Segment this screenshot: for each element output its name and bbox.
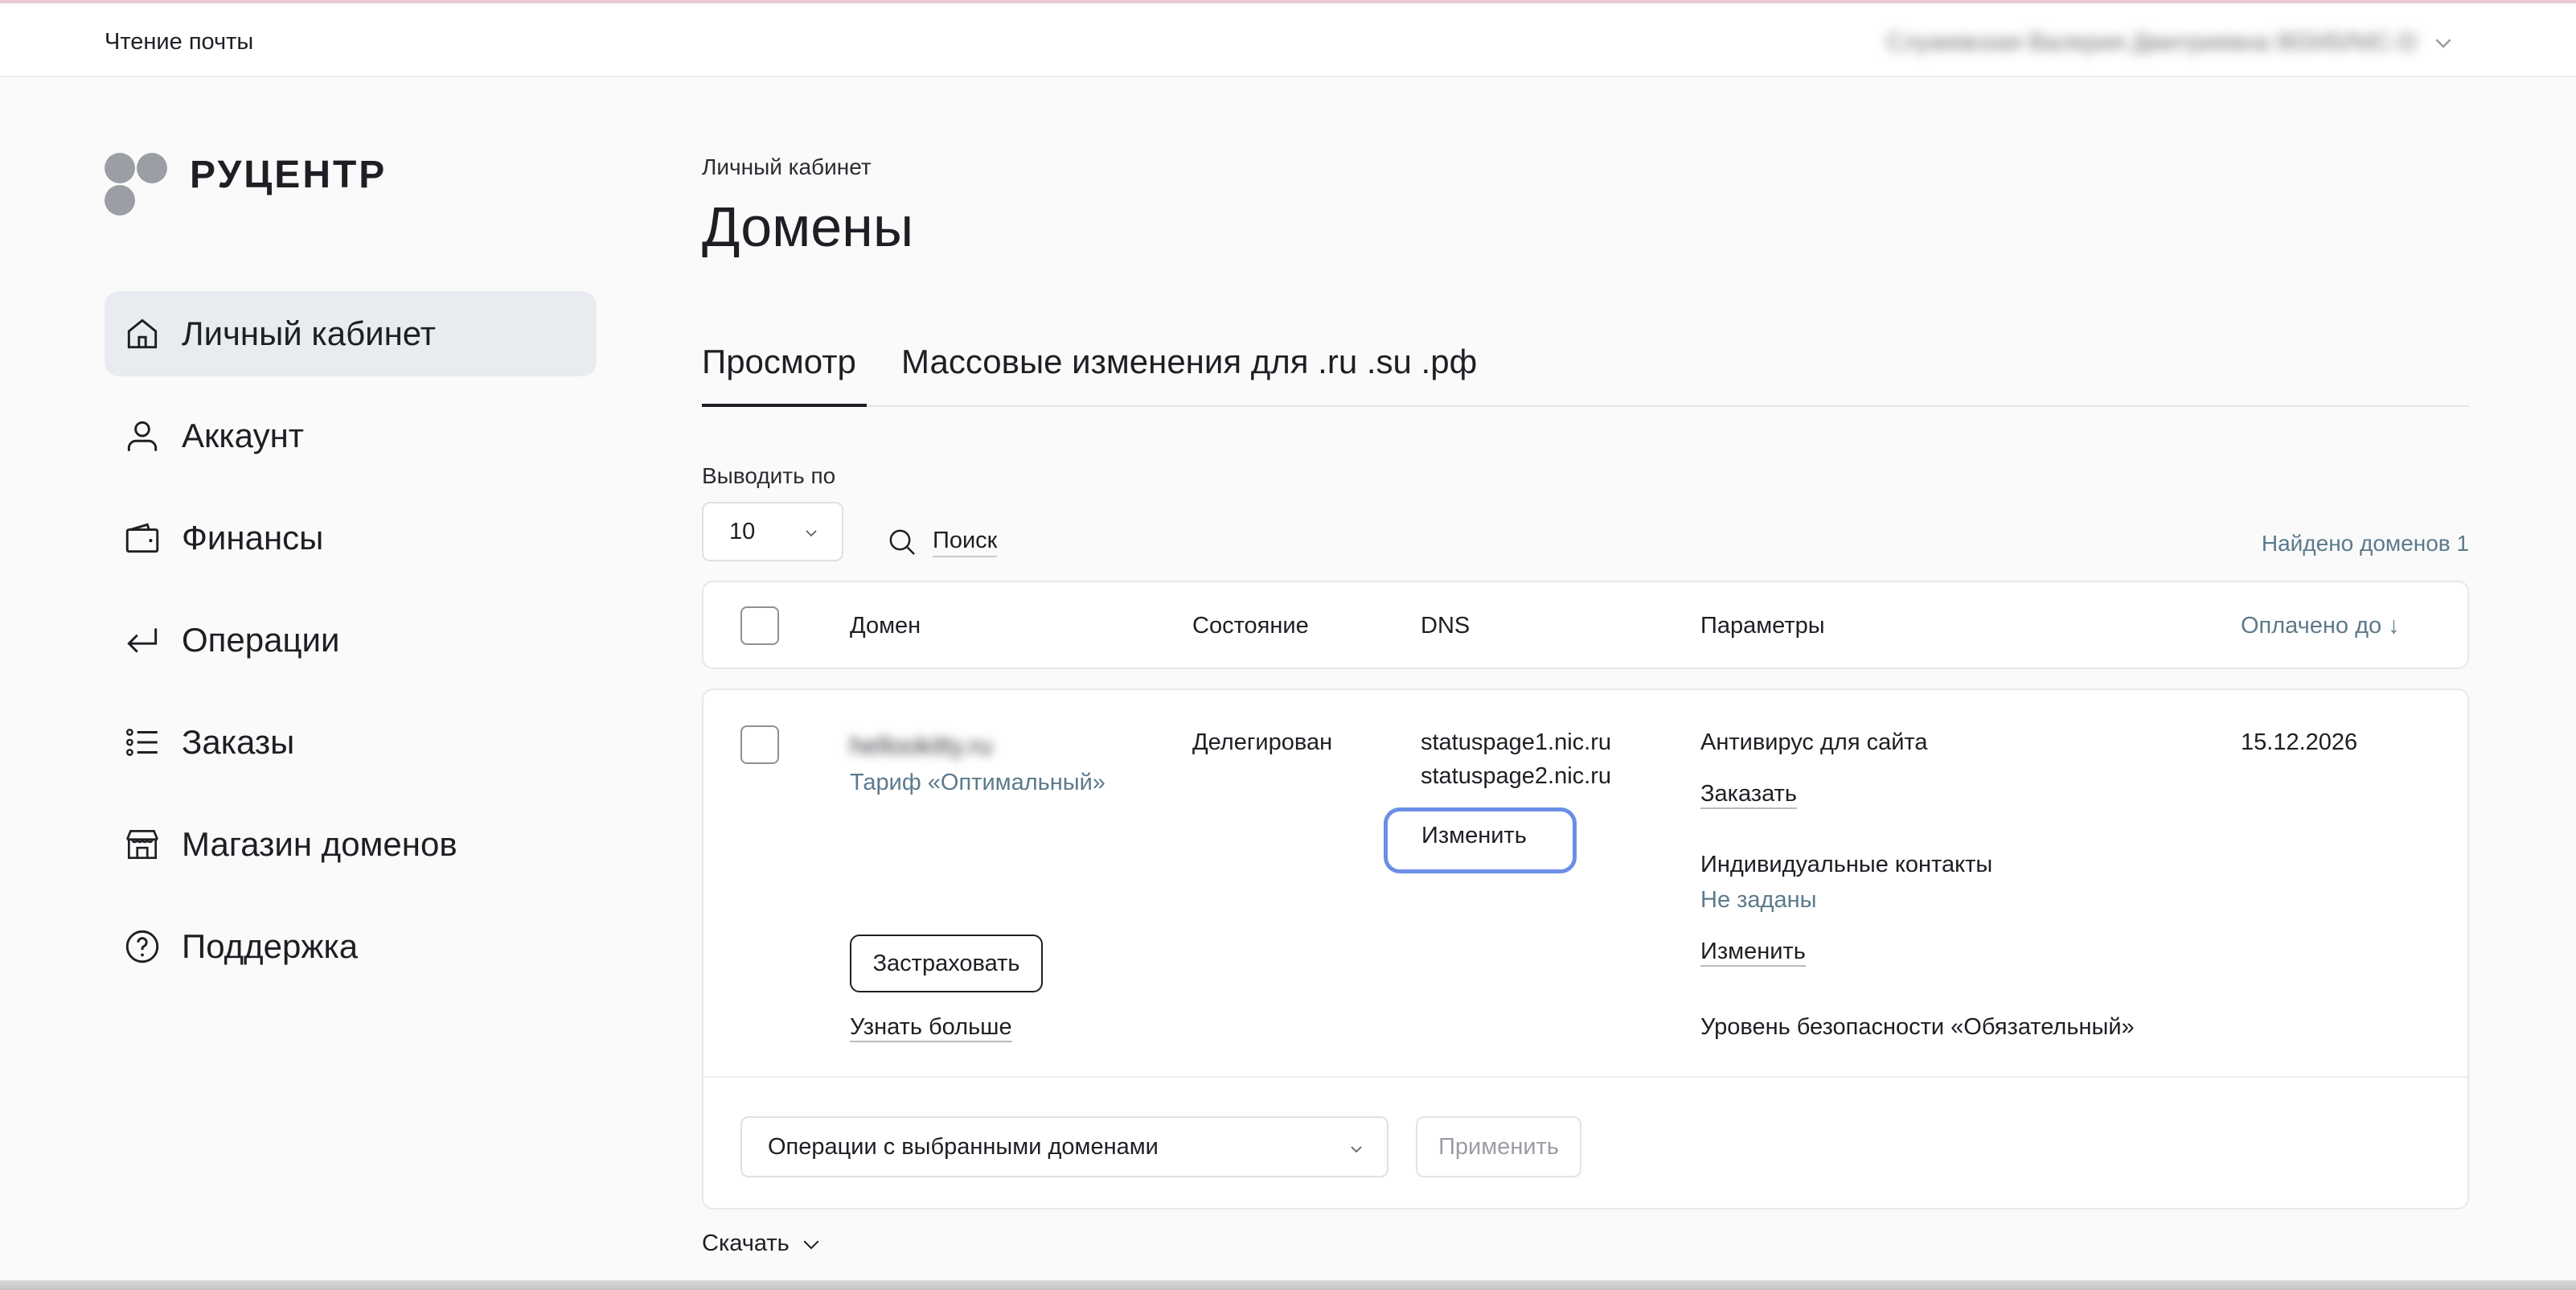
chevron-down-icon	[803, 1240, 819, 1249]
mail-reading-link[interactable]: Чтение почты	[105, 29, 253, 55]
antivirus-order-label: Заказать	[1700, 781, 1797, 809]
sidebar-item-label: Заказы	[182, 723, 295, 761]
logo-name: РУЦЕНТР	[190, 154, 388, 196]
antivirus-title: Антивирус для сайта	[1700, 729, 1928, 755]
column-header-state: Состояние	[1192, 613, 1309, 639]
search-button[interactable]: Поиск	[886, 526, 998, 558]
active-tab-indicator	[702, 404, 867, 407]
contacts-value: Не заданы	[1700, 887, 1817, 913]
select-all-checkbox[interactable]	[740, 606, 779, 645]
sidebar-item-account[interactable]: Аккаунт	[105, 393, 597, 479]
dns-server-2: statuspage2.nic.ru	[1421, 763, 1611, 789]
tabs: Просмотр Массовые изменения для .ru .su …	[702, 331, 2469, 407]
column-header-dns: DNS	[1421, 613, 1471, 639]
security-level[interactable]: Уровень безопасности «Обязательный»	[1700, 1010, 2135, 1044]
contacts-title: Индивидуальные контакты	[1700, 852, 1993, 877]
column-header-params: Параметры	[1700, 613, 1825, 639]
chevron-down-icon	[1347, 1139, 1366, 1158]
per-page-value: 10	[729, 518, 756, 544]
row-checkbox[interactable]	[740, 725, 779, 764]
sidebar-item-finance[interactable]: Финансы	[105, 495, 597, 581]
learn-more-label: Узнать больше	[850, 1014, 1012, 1042]
dns-edit-label: Изменить	[1421, 823, 1527, 848]
home-icon	[122, 314, 162, 354]
domains-found-count: Найдено доменов 1	[2261, 531, 2469, 556]
window-bottom-edge	[0, 1280, 2576, 1290]
dns-edit-button[interactable]: Изменить	[1384, 807, 1577, 873]
operations-select[interactable]: Операции с выбранными доменами	[740, 1116, 1388, 1177]
search-icon	[889, 529, 915, 555]
store-icon	[122, 824, 162, 865]
logo[interactable]: РУЦЕНТР	[105, 153, 387, 220]
sidebar-item-support[interactable]: Поддержка	[105, 904, 597, 989]
sidebar-item-operations[interactable]: Операции	[105, 598, 597, 683]
apply-button[interactable]: Применить	[1416, 1116, 1581, 1177]
sidebar-nav: Личный кабинет Аккаунт Финансы Операции …	[105, 291, 597, 1006]
domain-state: Делегирован	[1192, 729, 1333, 755]
insure-button[interactable]: Застраховать	[850, 935, 1043, 992]
column-header-paid-until-sort[interactable]: Оплачено до ↓	[2241, 613, 2400, 639]
sidebar-item-dashboard[interactable]: Личный кабинет	[105, 291, 597, 376]
table-row: hellookitty.ru Тариф «Оптимальный» Делег…	[702, 688, 2469, 1210]
tab-bulk-changes[interactable]: Массовые изменения для .ru .su .рф	[901, 343, 1477, 381]
tab-view[interactable]: Просмотр	[702, 343, 856, 381]
sidebar-item-label: Поддержка	[182, 927, 359, 965]
antivirus-order-link[interactable]: Заказать	[1700, 777, 1797, 811]
download-label: Скачать	[702, 1230, 790, 1256]
wallet-icon	[122, 518, 162, 558]
sidebar-item-label: Операции	[182, 621, 340, 659]
user-menu[interactable]: Служевская Валерия Дмитриевна 90345/NIC-…	[1684, 24, 2455, 61]
search-label: Поиск	[933, 528, 998, 557]
download-button[interactable]: Скачать	[702, 1230, 823, 1257]
app-window: Чтение почты Служевская Валерия Дмитриев…	[0, 0, 2576, 1290]
contacts-edit-link[interactable]: Изменить	[1700, 935, 1806, 968]
page-title: Домены	[702, 195, 914, 258]
sidebar-item-orders[interactable]: Заказы	[105, 700, 597, 785]
sidebar-item-domain-store[interactable]: Магазин доменов	[105, 802, 597, 887]
chevron-down-icon	[2431, 31, 2455, 55]
chevron-down-icon	[802, 523, 821, 542]
question-icon	[122, 926, 162, 967]
logo-dots-icon	[105, 153, 172, 220]
column-header-domain: Домен	[850, 613, 921, 639]
per-page-label: Выводить по	[702, 463, 836, 488]
divider	[703, 1076, 2467, 1078]
paid-until-date: 15.12.2026	[2241, 729, 2358, 755]
domain-name[interactable]: hellookitty.ru	[850, 729, 992, 762]
top-bar: Чтение почты Служевская Валерия Дмитриев…	[0, 6, 2576, 77]
operations-select-value: Операции с выбранными доменами	[768, 1133, 1159, 1160]
domain-tariff: Тариф «Оптимальный»	[850, 770, 1105, 795]
table-header: Домен Состояние DNS Параметры Оплачено д…	[702, 581, 2469, 669]
list-icon	[122, 722, 162, 762]
sidebar-item-label: Личный кабинет	[182, 314, 436, 352]
per-page-select[interactable]: 10	[702, 502, 843, 561]
user-icon	[122, 416, 162, 456]
breadcrumb[interactable]: Личный кабинет	[702, 154, 872, 180]
sidebar-item-label: Магазин доменов	[182, 825, 457, 863]
sidebar-item-label: Финансы	[182, 519, 324, 557]
sidebar-item-label: Аккаунт	[182, 417, 305, 454]
contacts-edit-label: Изменить	[1700, 939, 1806, 967]
learn-more-link[interactable]: Узнать больше	[850, 1010, 1012, 1044]
user-name: Служевская Валерия Дмитриевна 90345/NIC-…	[1886, 29, 2417, 55]
dns-server-1: statuspage1.nic.ru	[1421, 729, 1611, 755]
return-arrow-icon	[122, 620, 162, 660]
